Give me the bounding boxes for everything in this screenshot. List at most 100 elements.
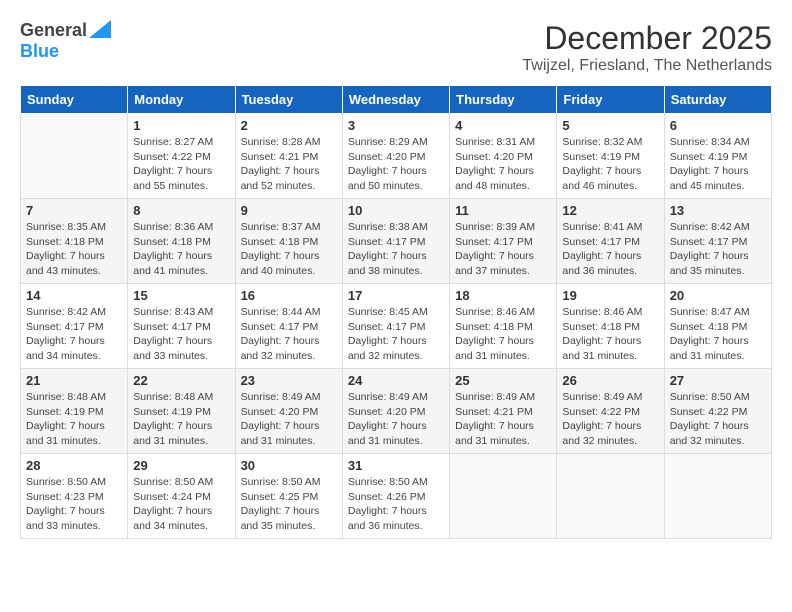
day-info: Sunrise: 8:43 AM Sunset: 4:17 PM Dayligh…: [133, 305, 229, 364]
weekday-header-thursday: Thursday: [450, 86, 557, 114]
day-number: 5: [562, 118, 658, 133]
weekday-header-sunday: Sunday: [21, 86, 128, 114]
day-number: 3: [348, 118, 444, 133]
day-number: 25: [455, 373, 551, 388]
day-number: 14: [26, 288, 122, 303]
day-number: 27: [670, 373, 766, 388]
day-info: Sunrise: 8:50 AM Sunset: 4:23 PM Dayligh…: [26, 475, 122, 534]
calendar-cell: 6 Sunrise: 8:34 AM Sunset: 4:19 PM Daylig…: [664, 114, 771, 199]
day-number: 31: [348, 458, 444, 473]
calendar-cell: 14 Sunrise: 8:42 AM Sunset: 4:17 PM Dayli…: [21, 284, 128, 369]
month-title: December 2025: [522, 20, 772, 57]
weekday-header-wednesday: Wednesday: [342, 86, 449, 114]
day-number: 26: [562, 373, 658, 388]
day-info: Sunrise: 8:45 AM Sunset: 4:17 PM Dayligh…: [348, 305, 444, 364]
weekday-header-monday: Monday: [128, 86, 235, 114]
day-info: Sunrise: 8:49 AM Sunset: 4:22 PM Dayligh…: [562, 390, 658, 449]
day-number: 24: [348, 373, 444, 388]
calendar-cell: 28 Sunrise: 8:50 AM Sunset: 4:23 PM Dayli…: [21, 454, 128, 539]
calendar-cell: 7 Sunrise: 8:35 AM Sunset: 4:18 PM Daylig…: [21, 199, 128, 284]
day-info: Sunrise: 8:50 AM Sunset: 4:25 PM Dayligh…: [241, 475, 337, 534]
calendar-cell: 11 Sunrise: 8:39 AM Sunset: 4:17 PM Dayli…: [450, 199, 557, 284]
logo-blue-text: Blue: [20, 41, 59, 61]
weekday-header-tuesday: Tuesday: [235, 86, 342, 114]
day-info: Sunrise: 8:46 AM Sunset: 4:18 PM Dayligh…: [562, 305, 658, 364]
calendar-table: SundayMondayTuesdayWednesdayThursdayFrid…: [20, 85, 772, 539]
calendar-cell: 4Sunrise: 8:31 AM Sunset: 4:20 PM Daylig…: [450, 114, 557, 199]
day-info: Sunrise: 8:48 AM Sunset: 4:19 PM Dayligh…: [133, 390, 229, 449]
calendar-week-row: 28 Sunrise: 8:50 AM Sunset: 4:23 PM Dayli…: [21, 454, 772, 539]
day-number: 9: [241, 203, 337, 218]
day-info: Sunrise: 8:35 AM Sunset: 4:18 PM Dayligh…: [26, 220, 122, 279]
day-number: 22: [133, 373, 229, 388]
calendar-cell: 21 Sunrise: 8:48 AM Sunset: 4:19 PM Dayli…: [21, 369, 128, 454]
day-number: 21: [26, 373, 122, 388]
calendar-cell: 26 Sunrise: 8:49 AM Sunset: 4:22 PM Dayli…: [557, 369, 664, 454]
day-number: 28: [26, 458, 122, 473]
day-number: 17: [348, 288, 444, 303]
day-info: Sunrise: 8:36 AM Sunset: 4:18 PM Dayligh…: [133, 220, 229, 279]
day-info: Sunrise: 8:50 AM Sunset: 4:26 PM Dayligh…: [348, 475, 444, 534]
day-info: Sunrise: 8:42 AM Sunset: 4:17 PM Dayligh…: [670, 220, 766, 279]
day-number: 8: [133, 203, 229, 218]
calendar-cell: 10Sunrise: 8:38 AM Sunset: 4:17 PM Dayli…: [342, 199, 449, 284]
day-info: Sunrise: 8:39 AM Sunset: 4:17 PM Dayligh…: [455, 220, 551, 279]
day-number: 7: [26, 203, 122, 218]
calendar-cell: 2Sunrise: 8:28 AM Sunset: 4:21 PM Daylig…: [235, 114, 342, 199]
day-number: 15: [133, 288, 229, 303]
calendar-cell: 18Sunrise: 8:46 AM Sunset: 4:18 PM Dayli…: [450, 284, 557, 369]
calendar-header-row: SundayMondayTuesdayWednesdayThursdayFrid…: [21, 86, 772, 114]
weekday-header-friday: Friday: [557, 86, 664, 114]
day-info: Sunrise: 8:37 AM Sunset: 4:18 PM Dayligh…: [241, 220, 337, 279]
day-number: 29: [133, 458, 229, 473]
calendar-cell: 31 Sunrise: 8:50 AM Sunset: 4:26 PM Dayli…: [342, 454, 449, 539]
calendar-cell: 25 Sunrise: 8:49 AM Sunset: 4:21 PM Dayli…: [450, 369, 557, 454]
day-number: 6: [670, 118, 766, 133]
calendar-cell: 8 Sunrise: 8:36 AM Sunset: 4:18 PM Daylig…: [128, 199, 235, 284]
day-info: Sunrise: 8:50 AM Sunset: 4:24 PM Dayligh…: [133, 475, 229, 534]
day-info: Sunrise: 8:48 AM Sunset: 4:19 PM Dayligh…: [26, 390, 122, 449]
day-info: Sunrise: 8:50 AM Sunset: 4:22 PM Dayligh…: [670, 390, 766, 449]
calendar-cell: [21, 114, 128, 199]
calendar-cell: 17 Sunrise: 8:45 AM Sunset: 4:17 PM Dayli…: [342, 284, 449, 369]
day-number: 19: [562, 288, 658, 303]
day-number: 20: [670, 288, 766, 303]
calendar-cell: 27 Sunrise: 8:50 AM Sunset: 4:22 PM Dayli…: [664, 369, 771, 454]
day-info: Sunrise: 8:34 AM Sunset: 4:19 PM Dayligh…: [670, 135, 766, 194]
day-info: Sunrise: 8:42 AM Sunset: 4:17 PM Dayligh…: [26, 305, 122, 364]
calendar-week-row: 21 Sunrise: 8:48 AM Sunset: 4:19 PM Dayli…: [21, 369, 772, 454]
day-info: Sunrise: 8:29 AM Sunset: 4:20 PM Dayligh…: [348, 135, 444, 194]
calendar-cell: 23Sunrise: 8:49 AM Sunset: 4:20 PM Dayli…: [235, 369, 342, 454]
calendar-week-row: 7 Sunrise: 8:35 AM Sunset: 4:18 PM Daylig…: [21, 199, 772, 284]
day-info: Sunrise: 8:47 AM Sunset: 4:18 PM Dayligh…: [670, 305, 766, 364]
calendar-week-row: 1 Sunrise: 8:27 AM Sunset: 4:22 PM Daylig…: [21, 114, 772, 199]
calendar-cell: 12Sunrise: 8:41 AM Sunset: 4:17 PM Dayli…: [557, 199, 664, 284]
calendar-week-row: 14 Sunrise: 8:42 AM Sunset: 4:17 PM Dayli…: [21, 284, 772, 369]
day-number: 2: [241, 118, 337, 133]
logo-general-text: General: [20, 20, 87, 41]
day-number: 1: [133, 118, 229, 133]
calendar-cell: 13 Sunrise: 8:42 AM Sunset: 4:17 PM Dayli…: [664, 199, 771, 284]
calendar-cell: [664, 454, 771, 539]
location-subtitle: Twijzel, Friesland, The Netherlands: [522, 57, 772, 75]
day-info: Sunrise: 8:49 AM Sunset: 4:21 PM Dayligh…: [455, 390, 551, 449]
calendar-cell: 29 Sunrise: 8:50 AM Sunset: 4:24 PM Dayli…: [128, 454, 235, 539]
calendar-cell: 1 Sunrise: 8:27 AM Sunset: 4:22 PM Daylig…: [128, 114, 235, 199]
calendar-cell: [557, 454, 664, 539]
calendar-cell: 9 Sunrise: 8:37 AM Sunset: 4:18 PM Daylig…: [235, 199, 342, 284]
logo-icon: [89, 20, 111, 38]
day-info: Sunrise: 8:27 AM Sunset: 4:22 PM Dayligh…: [133, 135, 229, 194]
day-number: 13: [670, 203, 766, 218]
calendar-cell: 20 Sunrise: 8:47 AM Sunset: 4:18 PM Dayli…: [664, 284, 771, 369]
calendar-cell: 15 Sunrise: 8:43 AM Sunset: 4:17 PM Dayli…: [128, 284, 235, 369]
calendar-cell: 16Sunrise: 8:44 AM Sunset: 4:17 PM Dayli…: [235, 284, 342, 369]
day-number: 30: [241, 458, 337, 473]
title-block: December 2025 Twijzel, Friesland, The Ne…: [522, 20, 772, 75]
day-info: Sunrise: 8:49 AM Sunset: 4:20 PM Dayligh…: [348, 390, 444, 449]
calendar-cell: 22 Sunrise: 8:48 AM Sunset: 4:19 PM Dayli…: [128, 369, 235, 454]
day-number: 10: [348, 203, 444, 218]
day-number: 11: [455, 203, 551, 218]
day-number: 16: [241, 288, 337, 303]
day-info: Sunrise: 8:41 AM Sunset: 4:17 PM Dayligh…: [562, 220, 658, 279]
day-info: Sunrise: 8:32 AM Sunset: 4:19 PM Dayligh…: [562, 135, 658, 194]
